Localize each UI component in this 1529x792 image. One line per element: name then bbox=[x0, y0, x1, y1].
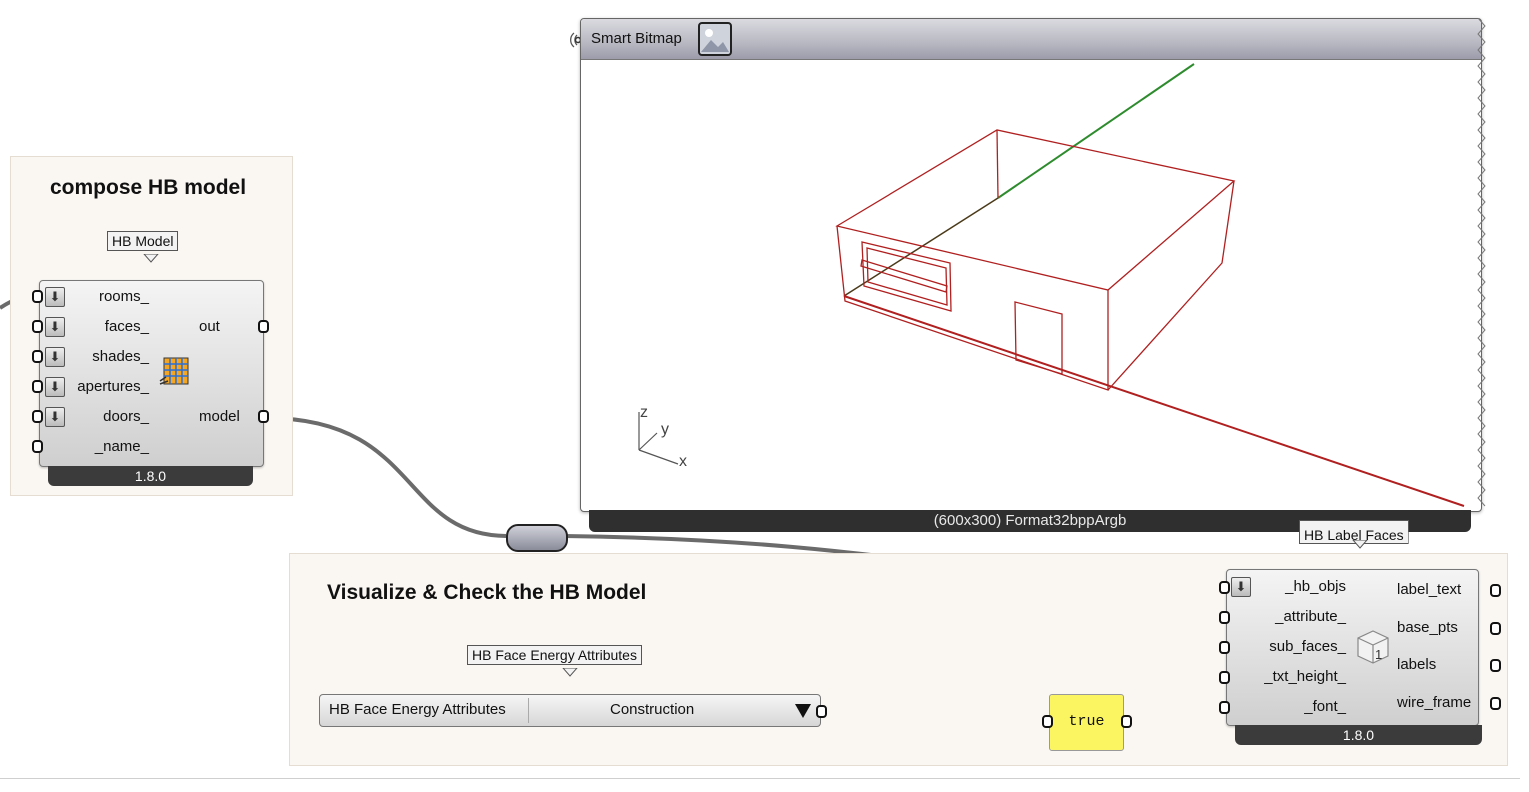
apertures-flatten-icon: ⬇ bbox=[45, 377, 65, 397]
doors-flatten-icon: ⬇ bbox=[45, 407, 65, 427]
input-grip-shades[interactable] bbox=[32, 350, 43, 363]
group-title-visualize: Visualize & Check the HB Model bbox=[327, 581, 647, 604]
output-grip-labels[interactable] bbox=[1490, 659, 1501, 672]
wireless-icon bbox=[570, 32, 580, 48]
group-title-compose: compose HB model bbox=[50, 176, 247, 199]
input-grip-attribute[interactable] bbox=[1219, 611, 1230, 624]
input-grip-toggle[interactable] bbox=[1042, 715, 1053, 728]
output-wire-frame: wire_frame bbox=[1397, 694, 1472, 711]
energy-attributes-dropdown[interactable]: HB Face Energy Attributes Construction bbox=[319, 694, 821, 727]
axis-label-z: z bbox=[640, 404, 648, 421]
model-preview-render: z y x bbox=[638, 63, 1465, 507]
input-faces: faces_ bbox=[104, 318, 149, 335]
label-faces-version: 1.8.0 bbox=[1235, 725, 1482, 745]
input-grip-doors[interactable] bbox=[32, 410, 43, 423]
input-name: _name_ bbox=[94, 438, 149, 455]
hb-model-tag: HB Model bbox=[107, 231, 179, 251]
axis-label-x: x bbox=[679, 453, 687, 470]
svg-text:1: 1 bbox=[1375, 647, 1382, 662]
dropdown-divider bbox=[528, 698, 529, 723]
tag-pointer-hb-model bbox=[143, 254, 159, 263]
output-grip-model[interactable] bbox=[258, 410, 269, 423]
input-grip-apertures[interactable] bbox=[32, 380, 43, 393]
wire-relay[interactable] bbox=[506, 524, 568, 552]
energy-attributes-value: Construction bbox=[610, 701, 695, 718]
faces-flatten-icon: ⬇ bbox=[45, 317, 65, 337]
input-apertures: apertures_ bbox=[77, 378, 149, 395]
energy-attributes-label: HB Face Energy Attributes bbox=[329, 701, 506, 718]
axis-red-line bbox=[843, 295, 1465, 507]
output-grip-label-text[interactable] bbox=[1490, 584, 1501, 597]
input-grip-txt-height[interactable] bbox=[1219, 671, 1230, 684]
input-txt-height: _txt_height_ bbox=[1264, 668, 1346, 685]
axis-label-y: y bbox=[661, 421, 669, 438]
hb-model-version: 1.8.0 bbox=[48, 466, 253, 486]
input-grip-hb-objs[interactable] bbox=[1219, 581, 1230, 594]
output-labels: labels bbox=[1397, 656, 1437, 673]
input-grip-name[interactable] bbox=[32, 440, 43, 453]
output-grip-wire-frame[interactable] bbox=[1490, 697, 1501, 710]
input-grip-faces[interactable] bbox=[32, 320, 43, 333]
boolean-toggle[interactable]: true bbox=[1049, 694, 1124, 751]
input-grip-sub-faces[interactable] bbox=[1219, 641, 1230, 654]
output-grip-energy-attributes[interactable] bbox=[816, 705, 827, 718]
image-icon bbox=[698, 22, 732, 56]
smart-bitmap-title: Smart Bitmap bbox=[591, 30, 682, 47]
room-stack-icon bbox=[159, 357, 189, 385]
output-out: out bbox=[199, 318, 220, 335]
tag-pointer-label-faces bbox=[1352, 540, 1368, 549]
wire-model-to-relay bbox=[265, 416, 507, 538]
input-hb-objs: _hb_objs bbox=[1285, 578, 1346, 595]
input-font: _font_ bbox=[1304, 698, 1346, 715]
hb-model-component[interactable] bbox=[39, 280, 264, 467]
energy-attributes-tag: HB Face Energy Attributes bbox=[467, 645, 642, 665]
input-grip-rooms[interactable] bbox=[32, 290, 43, 303]
input-grip-font[interactable] bbox=[1219, 701, 1230, 714]
rooms-flatten-icon: ⬇ bbox=[45, 287, 65, 307]
axis-dark-line bbox=[843, 197, 999, 297]
output-model: model bbox=[199, 408, 240, 425]
input-attribute: _attribute_ bbox=[1275, 608, 1346, 625]
output-base-pts: base_pts bbox=[1397, 619, 1458, 636]
output-label-text: label_text bbox=[1397, 581, 1462, 598]
tag-pointer-energy bbox=[562, 668, 578, 677]
canvas-bottom-border bbox=[0, 778, 1520, 779]
output-grip-toggle[interactable] bbox=[1121, 715, 1132, 728]
input-rooms: rooms_ bbox=[98, 288, 149, 305]
shades-flatten-icon: ⬇ bbox=[45, 347, 65, 367]
output-grip-base-pts[interactable] bbox=[1490, 622, 1501, 635]
chevron-down-icon[interactable] bbox=[793, 702, 813, 720]
input-doors: doors_ bbox=[103, 408, 149, 425]
label-cube-icon: 1 bbox=[1357, 630, 1389, 664]
hb-objs-flatten-icon: ⬇ bbox=[1231, 577, 1251, 597]
input-sub-faces: sub_faces_ bbox=[1269, 638, 1346, 655]
axis-green-line bbox=[997, 63, 1195, 199]
input-shades: shades_ bbox=[92, 348, 149, 365]
output-grip-out[interactable] bbox=[258, 320, 269, 333]
